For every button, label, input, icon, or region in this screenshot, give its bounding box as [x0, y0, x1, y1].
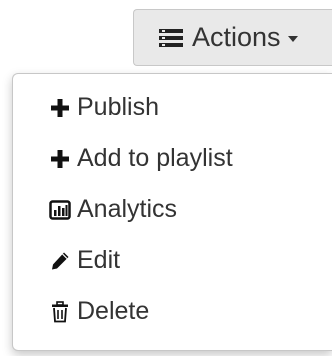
actions-button-label: Actions [192, 22, 281, 52]
pencil-icon [49, 250, 71, 272]
menu-item-delete[interactable]: Delete [13, 286, 332, 337]
menu-item-label: Publish [77, 93, 159, 121]
menu-item-label: Add to playlist [77, 144, 233, 172]
trash-icon [49, 300, 71, 323]
list-icon [158, 27, 184, 49]
menu-item-edit[interactable]: Edit [13, 235, 332, 286]
actions-dropdown-menu: Publish Add to playlist Analytics Edit D… [12, 73, 332, 351]
menu-item-label: Edit [77, 246, 121, 274]
menu-item-add-to-playlist[interactable]: Add to playlist [13, 133, 332, 184]
actions-dropdown-button[interactable]: Actions [133, 9, 332, 66]
caret-down-icon [287, 36, 298, 42]
plus-icon [49, 97, 71, 119]
bar-chart-icon [49, 199, 71, 221]
menu-item-label: Delete [77, 297, 150, 325]
plus-icon [49, 148, 71, 170]
menu-item-analytics[interactable]: Analytics [13, 184, 332, 235]
menu-item-publish[interactable]: Publish [13, 82, 332, 133]
menu-item-label: Analytics [77, 195, 178, 223]
